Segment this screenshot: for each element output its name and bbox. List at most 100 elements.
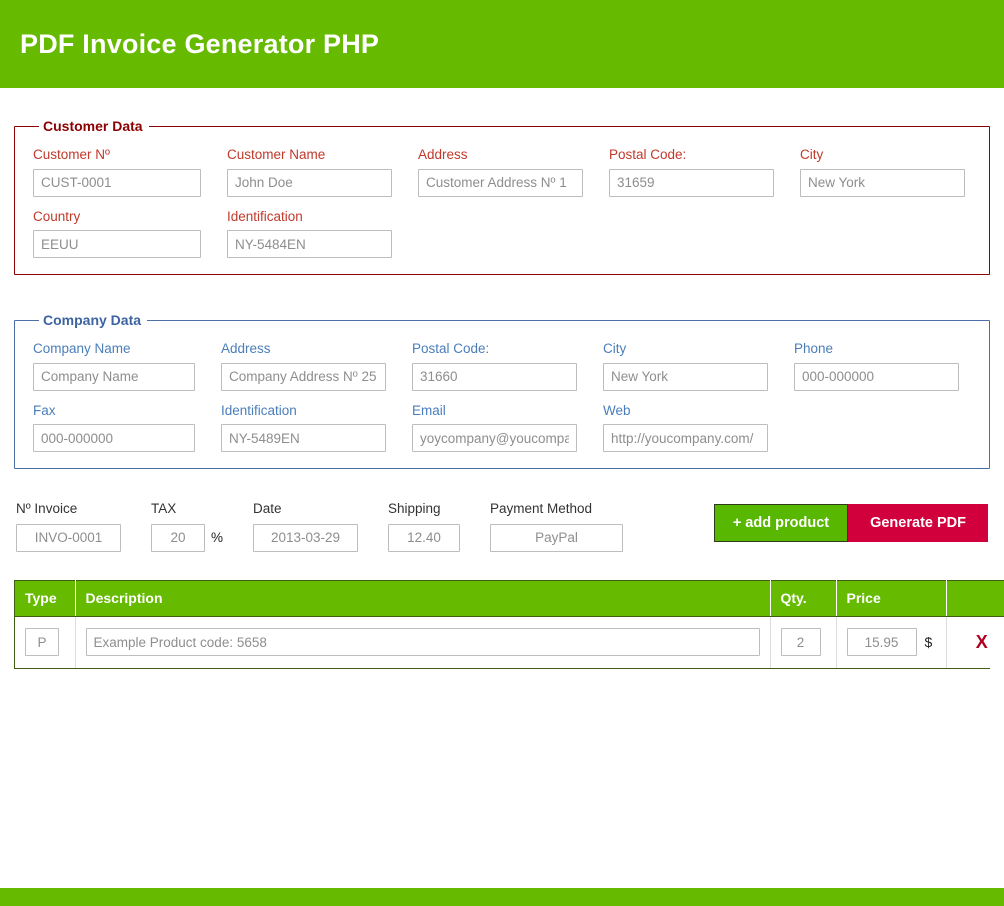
product-price-input[interactable] [846, 628, 917, 657]
products-table-body: $ X [15, 616, 1004, 668]
company-web-input[interactable] [603, 424, 768, 452]
label-customer-city: City [800, 147, 824, 162]
label-payment-method: Payment Method [490, 501, 593, 516]
field-company-city: City [603, 342, 768, 391]
table-header-row: Type Description Qty. Price [15, 579, 1004, 617]
cell-price: $ [836, 616, 947, 668]
company-data-section: Company Data Company Name Address Postal… [14, 312, 990, 469]
column-header-price: Price [836, 579, 947, 617]
company-address-input[interactable] [221, 362, 386, 391]
label-customer-name: Customer Name [227, 147, 326, 162]
field-company-name: Company Name [33, 342, 195, 391]
field-customer-no: Customer Nº [33, 148, 201, 197]
label-company-address: Address [221, 341, 271, 356]
label-company-fax: Fax [33, 402, 56, 418]
cell-delete: X [946, 616, 1004, 668]
page-title: PDF Invoice Generator PHP [20, 28, 380, 59]
label-invoice-no: Nº Invoice [16, 501, 78, 516]
action-buttons: + add product Generate PDF [713, 504, 988, 543]
field-company-address: Address [221, 342, 386, 391]
label-tax: TAX [151, 501, 177, 516]
label-shipping: Shipping [388, 501, 441, 516]
field-invoice-no: Nº Invoice [16, 502, 121, 552]
label-customer-no: Customer Nº [33, 147, 110, 162]
products-table-container: Type Description Qty. Price P Example Pr… [14, 579, 1004, 669]
shipping-input[interactable] [388, 523, 461, 552]
product-qty-input[interactable] [780, 628, 821, 657]
product-type-input[interactable] [25, 628, 59, 657]
add-product-button[interactable]: + add product [713, 504, 849, 542]
tax-line: % [151, 523, 223, 552]
currency-symbol: $ [924, 634, 933, 651]
company-data-fieldset: Company Data Company Name Address Postal… [14, 312, 990, 469]
label-company-email: Email [412, 402, 446, 418]
field-customer-name: Customer Name [227, 148, 392, 197]
payment-method-line [490, 523, 624, 552]
product-description-input[interactable] [85, 628, 760, 657]
shipping-line [388, 523, 461, 552]
column-header-type: Type [15, 579, 76, 617]
customer-city-input[interactable] [800, 168, 965, 197]
cell-type [15, 616, 76, 668]
customer-postal-code-input[interactable] [609, 168, 774, 197]
field-company-postal-code: Postal Code: [412, 342, 577, 391]
customer-no-input[interactable] [33, 168, 201, 197]
company-postal-code-input[interactable] [412, 362, 577, 391]
label-customer-postal-code: Postal Code: [609, 147, 687, 162]
customer-identification-input[interactable] [227, 230, 392, 258]
field-tax: TAX % [151, 502, 223, 552]
field-customer-postal-code: Postal Code: [609, 148, 774, 197]
date-input[interactable] [253, 523, 359, 552]
tax-input[interactable] [151, 523, 205, 552]
column-header-qty: Qty. [770, 579, 837, 617]
column-header-actions [946, 579, 1004, 617]
company-email-input[interactable] [412, 424, 577, 452]
label-date: Date [253, 501, 282, 516]
invoice-meta-bar: Nº Invoice TAX % Date Shipping P [14, 502, 990, 552]
label-company-phone: Phone [794, 341, 834, 356]
label-company-postal-code: Postal Code: [412, 341, 490, 356]
company-phone-input[interactable] [794, 362, 959, 391]
company-identification-input[interactable] [221, 424, 386, 452]
price-cell-wrapper: $ [846, 628, 936, 657]
field-company-phone: Phone [794, 342, 959, 391]
field-customer-country: Country [33, 208, 201, 258]
label-customer-country: Country [33, 208, 81, 224]
company-row-2: Fax Identification Email Web [33, 402, 971, 452]
customer-name-input[interactable] [227, 168, 392, 197]
company-name-input[interactable] [33, 362, 195, 391]
field-company-email: Email [412, 402, 577, 452]
label-company-identification: Identification [221, 402, 297, 418]
customer-data-legend: Customer Data [43, 118, 143, 134]
company-city-input[interactable] [603, 362, 768, 391]
customer-data-section: Customer Data Customer Nº Customer Name … [14, 118, 990, 275]
date-line [253, 523, 359, 552]
label-company-web: Web [603, 402, 631, 418]
field-company-web: Web [603, 402, 768, 452]
field-payment-method: Payment Method [490, 501, 624, 552]
customer-address-input[interactable] [418, 168, 583, 197]
products-table: Type Description Qty. Price P Example Pr… [15, 579, 1004, 668]
table-row: $ X [15, 616, 1004, 668]
customer-country-input[interactable] [33, 230, 201, 258]
app-header: PDF Invoice Generator PHP [0, 0, 1004, 88]
delete-row-icon[interactable]: X [957, 632, 1004, 653]
company-data-legend: Company Data [43, 312, 142, 328]
company-fax-input[interactable] [33, 424, 195, 452]
customer-data-fieldset: Customer Data Customer Nº Customer Name … [14, 118, 990, 275]
label-company-city: City [603, 341, 627, 356]
field-shipping: Shipping [388, 501, 461, 552]
payment-method-input[interactable] [490, 523, 624, 552]
page-content: Customer Data Customer Nº Customer Name … [0, 118, 1004, 669]
cell-description [75, 616, 771, 668]
cell-qty [770, 616, 837, 668]
products-table-head: Type Description Qty. Price [15, 579, 1004, 617]
field-customer-city: City [800, 148, 965, 197]
label-customer-identification: Identification [227, 208, 303, 224]
generate-pdf-button[interactable]: Generate PDF [848, 504, 988, 542]
invoice-no-input[interactable] [16, 523, 121, 552]
field-date: Date [253, 501, 359, 552]
column-header-description: Description [75, 579, 771, 617]
field-customer-address: Address [418, 148, 583, 197]
field-company-fax: Fax [33, 402, 195, 452]
